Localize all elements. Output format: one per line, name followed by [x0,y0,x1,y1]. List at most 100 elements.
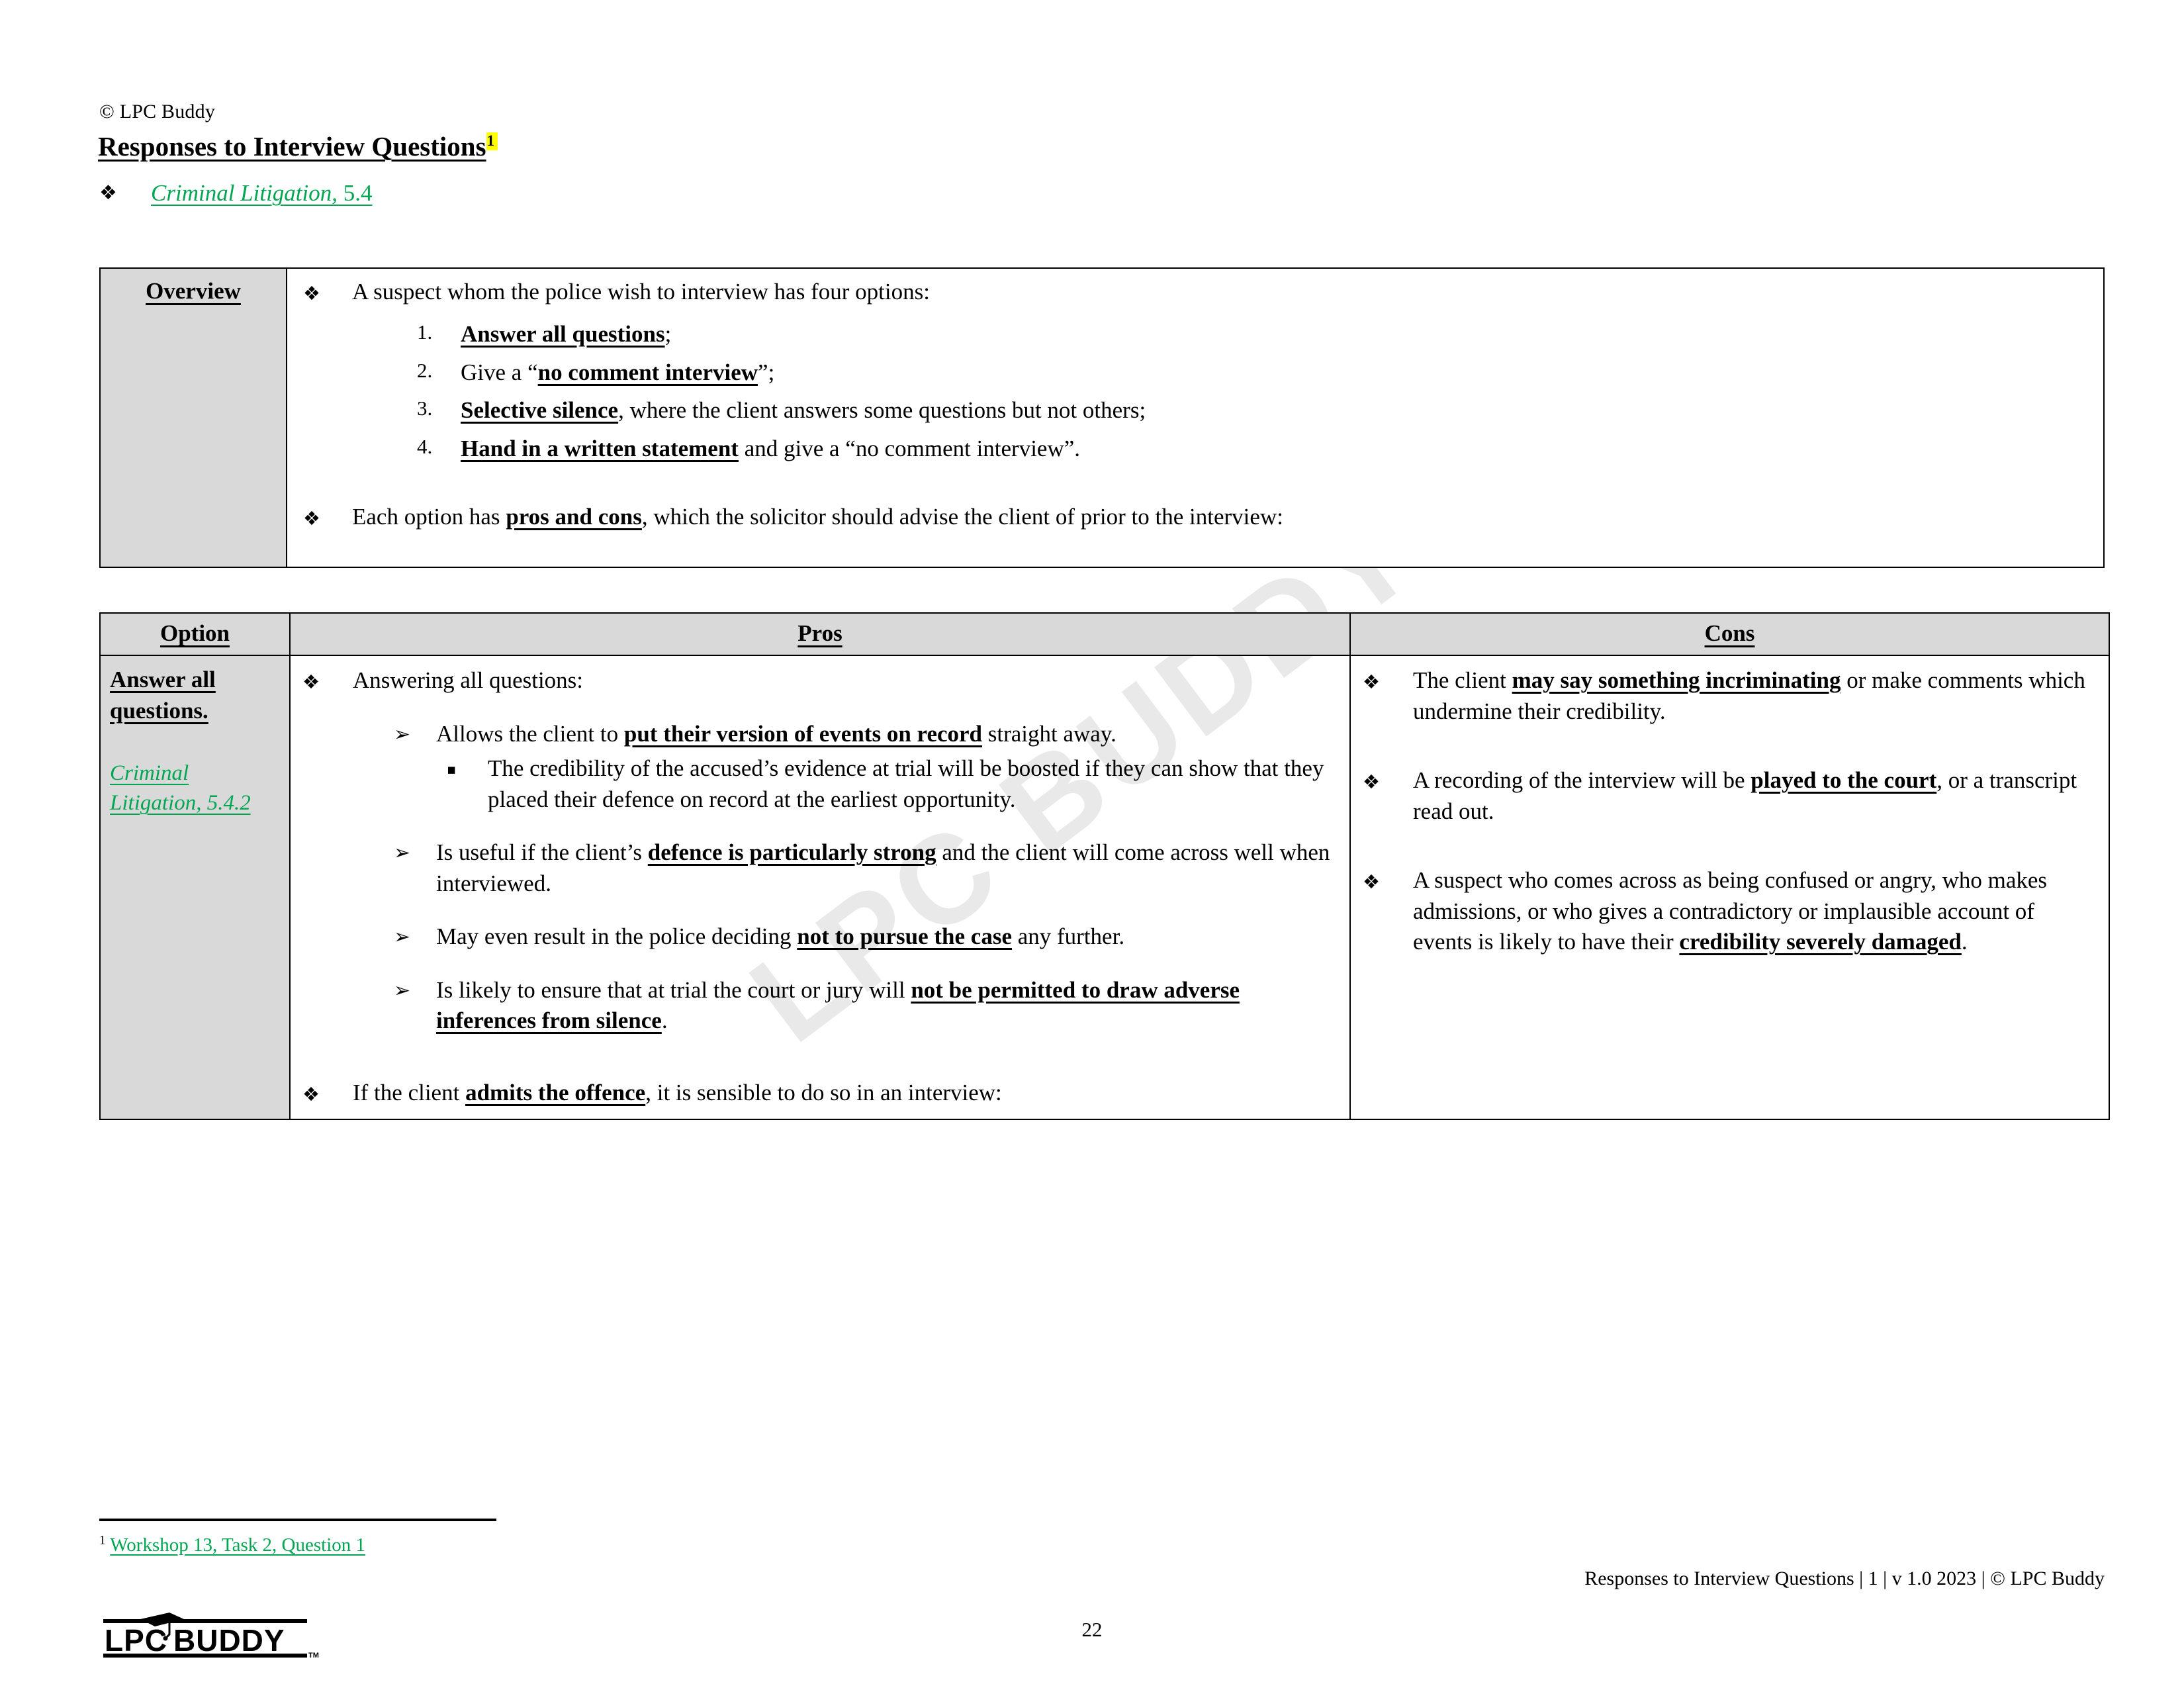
overview-label-cell: Overview [99,267,287,568]
option-4-rest: and give a “no comment interview”. [738,436,1081,462]
option-2-bold: no comment interview [537,359,758,385]
arrow-bullet-icon: ➢ [394,978,411,1002]
overview-table: Overview ❖ A suspect whom the police wis… [99,267,2105,568]
pros-1-pre: Allows the client to [436,720,624,747]
column-header-cons-label: Cons [1704,620,1755,646]
list-item: Hand in a written statement and give a “… [417,434,2087,463]
lpc-buddy-logo: LPC BUDDY TM [101,1613,319,1665]
pros-item: ➢ May even result in the police deciding… [394,921,1335,953]
pros-subitem: ▪ The credibility of the accused’s evide… [447,753,1335,815]
footnote-marker-highlight: 1 [486,132,498,151]
column-header-option-label: Option [159,620,230,646]
footer-meta: Responses to Interview Questions | 1 | v… [1584,1568,2105,1589]
diamond-bullet-icon: ❖ [99,181,117,205]
overview-label: Overview [146,278,241,304]
overview-options-list: Answer all questions; Give a “no comment… [303,320,2087,463]
overview-closing-post: , which the solicitor should advise the … [641,503,1283,530]
cons-3-bold: credibility severely damaged [1679,929,1962,955]
cons-1-pre: The client [1413,667,1512,693]
diamond-bullet-icon: ❖ [1363,671,1380,693]
page-title: Responses to Interview Questions1 [98,130,498,162]
overview-closing-text: Each option has pros and cons, which the… [352,502,2087,533]
svg-text:LPC: LPC [105,1623,167,1658]
overview-intro-bullet: ❖ A suspect whom the police wish to inte… [303,277,2087,308]
footnote: 1 Workshop 13, Task 2, Question 1 [99,1534,365,1556]
diamond-bullet-icon: ❖ [302,1082,320,1105]
list-item: Give a “no comment interview”; [417,358,2087,387]
cons-1-bold: may say something incriminating [1512,667,1841,693]
page-title-text: Responses to Interview Questions [98,131,486,162]
cons-item-text: The client may say something incriminati… [1413,665,2089,727]
column-header-pros-label: Pros [797,620,842,646]
pros-item-text: May even result in the police deciding n… [436,921,1124,953]
pros-item: ➢ Is likely to ensure that at trial the … [394,975,1335,1037]
pros-1-bold: put their version of events on record [623,720,983,747]
pros-3-post: any further. [1011,923,1125,950]
diamond-bullet-icon: ❖ [1363,870,1380,894]
source-reference-title: Criminal Litigation, [151,180,338,206]
footnote-divider [99,1519,496,1521]
source-reference-link[interactable]: Criminal Litigation, 5.4 [151,180,373,207]
copyright-line: © LPC Buddy [99,101,216,122]
pros-3-bold: not to pursue the case [797,923,1012,950]
column-header-option: Option [99,612,291,656]
overview-intro-text: A suspect whom the police wish to interv… [352,279,930,305]
pros-1-post: straight away. [982,720,1116,747]
pros-lead-bullet: ❖ Answering all questions: [302,665,1335,696]
overview-body-cell: ❖ A suspect whom the police wish to inte… [286,267,2105,568]
footnote-link[interactable]: Workshop 13, Task 2, Question 1 [110,1534,365,1556]
diamond-bullet-icon: ❖ [303,506,320,530]
square-bullet-icon: ▪ [447,761,457,778]
arrow-bullet-icon: ➢ [394,841,411,865]
footnote-number: 1 [99,1533,106,1548]
pros-tail-pre: If the client [353,1079,466,1105]
arrow-bullet-icon: ➢ [394,925,411,949]
table-row: Answer all questions. Criminal Litigatio… [99,654,2110,1121]
pros-tail-bold: admits the offence [465,1079,646,1105]
option-4-bold: Hand in a written statement [461,436,739,462]
option-2-pre: Give a “ [461,359,538,385]
document-page: LPC BUDDY © LPC Buddy Responses to Inter… [0,0,2184,1688]
option-title: Answer all questions. [110,667,216,724]
overview-closing-bold: pros and cons [506,503,642,530]
pros-item-text: Is useful if the client’s defence is par… [436,837,1335,899]
option-3-rest: , where the client answers some question… [618,397,1146,424]
option-2-rest: ”; [758,359,775,385]
overview-row: Overview ❖ A suspect whom the police wis… [99,267,2105,568]
svg-text:TM: TM [308,1652,319,1660]
option-1-rest: ; [664,320,672,347]
pros-4-pre: Is likely to ensure that at trial the co… [436,976,911,1003]
cons-2-bold: played to the court [1751,767,1937,794]
pros-3-pre: May even result in the police deciding [436,923,797,950]
pros-cons-table: Option Pros Cons Answer all questions. C… [99,612,2110,1121]
svg-text:BUDDY: BUDDY [173,1623,285,1658]
option-reference-link[interactable]: Criminal Litigation, 5.4.2 [110,759,280,819]
pros-item: ➢ Is useful if the client’s defence is p… [394,837,1335,899]
column-header-cons: Cons [1349,612,2110,656]
overview-closing-pre: Each option has [352,503,506,530]
cons-item: ❖ A recording of the interview will be p… [1363,765,2089,827]
source-reference: ❖ Criminal Litigation, 5.4 [99,180,373,207]
logo-graphic: LPC BUDDY TM [103,1613,319,1660]
pros-4-post: . [661,1008,668,1034]
cons-item: ❖ A suspect who comes across as being co… [1363,865,2089,958]
arrow-bullet-icon: ➢ [394,722,411,746]
list-item: Selective silence, where the client answ… [417,396,2087,425]
pros-cell: ❖ Answering all questions: ➢ Allows the … [289,654,1351,1121]
overview-closing-bullet: ❖ Each option has pros and cons, which t… [303,502,2087,533]
page-number: 22 [1081,1618,1103,1641]
list-item: Answer all questions; [417,320,2087,349]
cons-item: ❖ The client may say something incrimina… [1363,665,2089,727]
diamond-bullet-icon: ❖ [303,282,320,305]
cons-2-pre: A recording of the interview will be [1413,767,1751,794]
pros-tail-bullet: ❖ If the client admits the offence, it i… [302,1078,1335,1109]
column-header-pros: Pros [289,612,1351,656]
pros-item: ➢ Allows the client to put their version… [394,719,1335,750]
overview-block: Overview ❖ A suspect whom the police wis… [99,267,2105,568]
table-header-row: Option Pros Cons [99,612,2110,656]
option-3-bold: Selective silence [461,397,619,424]
pros-tail-post: , it is sensible to do so in an intervie… [645,1079,1002,1105]
pros-subitem-text: The credibility of the accused’s evidenc… [488,755,1324,812]
diamond-bullet-icon: ❖ [1363,771,1380,794]
pros-tail-text: If the client admits the offence, it is … [353,1078,1002,1109]
